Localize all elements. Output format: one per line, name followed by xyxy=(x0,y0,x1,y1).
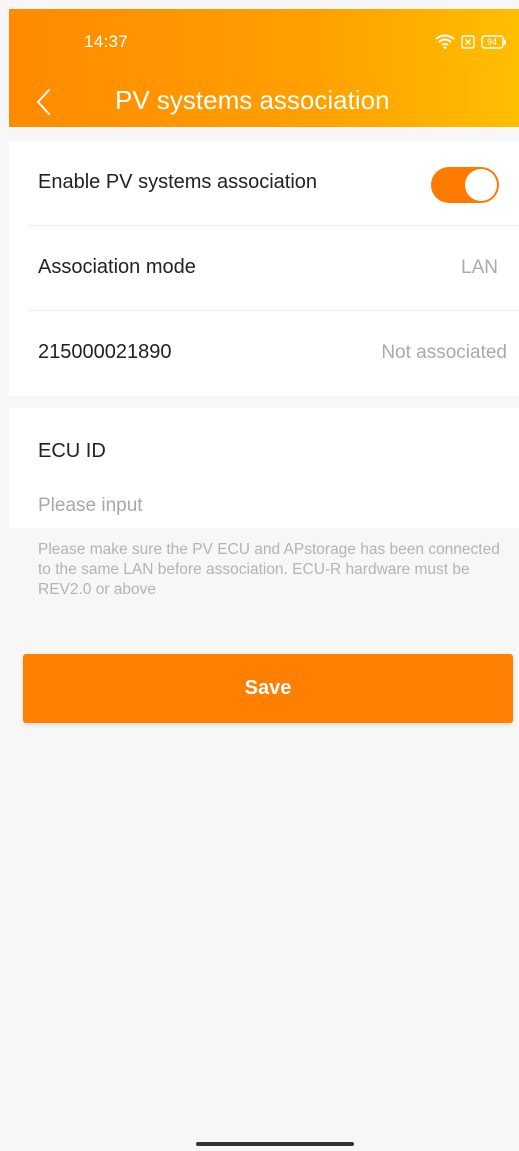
app-header: 14:37 94 PV systems association xyxy=(9,9,519,127)
enable-association-label: Enable PV systems association xyxy=(38,171,318,193)
association-mode-row[interactable]: Association mode LAN xyxy=(29,226,519,311)
ecu-id-label: ECU ID xyxy=(38,440,106,462)
device-status: Not associated xyxy=(381,342,507,363)
home-indicator[interactable] xyxy=(196,1142,354,1146)
enable-association-row: Enable PV systems association xyxy=(29,141,519,226)
device-id: 215000021890 xyxy=(38,341,172,363)
settings-card: Enable PV systems association Associatio… xyxy=(9,141,519,396)
status-icons: 94 xyxy=(435,34,507,49)
page-title: PV systems association xyxy=(115,85,390,115)
association-mode-label: Association mode xyxy=(38,256,196,278)
chevron-left-icon[interactable] xyxy=(33,87,55,117)
status-time: 14:37 xyxy=(84,32,129,51)
app-screen: 14:37 94 PV systems association Enable P… xyxy=(0,0,519,1151)
association-mode-value: LAN xyxy=(461,257,498,278)
ecu-id-input[interactable] xyxy=(38,492,498,520)
save-button[interactable]: Save xyxy=(23,654,513,723)
nav-bar: PV systems association xyxy=(9,75,519,127)
association-hint: Please make sure the PV ECU and APstorag… xyxy=(38,541,500,598)
sim-icon xyxy=(461,34,475,49)
status-bar: 14:37 94 xyxy=(9,9,519,69)
enable-association-toggle[interactable] xyxy=(431,167,499,203)
wifi-icon xyxy=(435,34,455,49)
battery-level: 94 xyxy=(486,36,497,47)
battery-icon: 94 xyxy=(481,34,507,49)
ecu-section: ECU ID xyxy=(9,408,519,528)
toggle-knob xyxy=(465,169,497,201)
device-row: 215000021890 Not associated xyxy=(29,311,519,396)
